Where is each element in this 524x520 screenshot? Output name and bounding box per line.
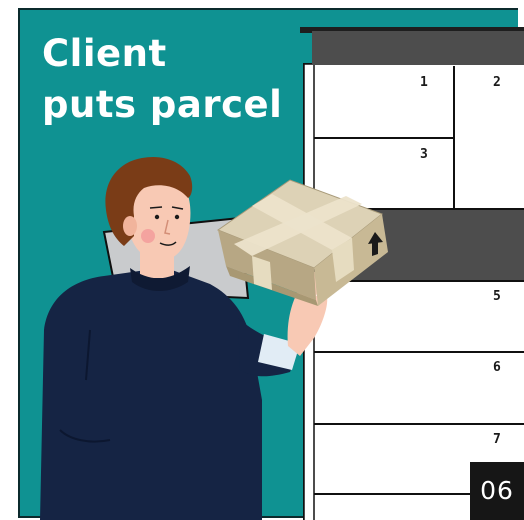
compartment-number-5: 5 — [493, 289, 501, 304]
locker-body — [303, 63, 524, 520]
headline: Client puts parcel — [42, 28, 282, 130]
slide-number-badge: 06 — [470, 462, 524, 520]
headline-line-2: puts parcel — [42, 83, 283, 126]
locker-header-panel — [312, 31, 524, 65]
compartment-number-7: 7 — [493, 432, 501, 447]
compartment-number-6: 6 — [493, 360, 501, 375]
illustration-frame: 1 2 3 5 6 7 Client puts parcel 06 — [0, 0, 524, 520]
compartment-number-1: 1 — [420, 75, 428, 90]
compartment-number-3: 3 — [420, 147, 428, 162]
compartment-number-2: 2 — [493, 75, 501, 90]
headline-line-1: Client — [42, 32, 167, 75]
person-sweater — [40, 270, 262, 520]
